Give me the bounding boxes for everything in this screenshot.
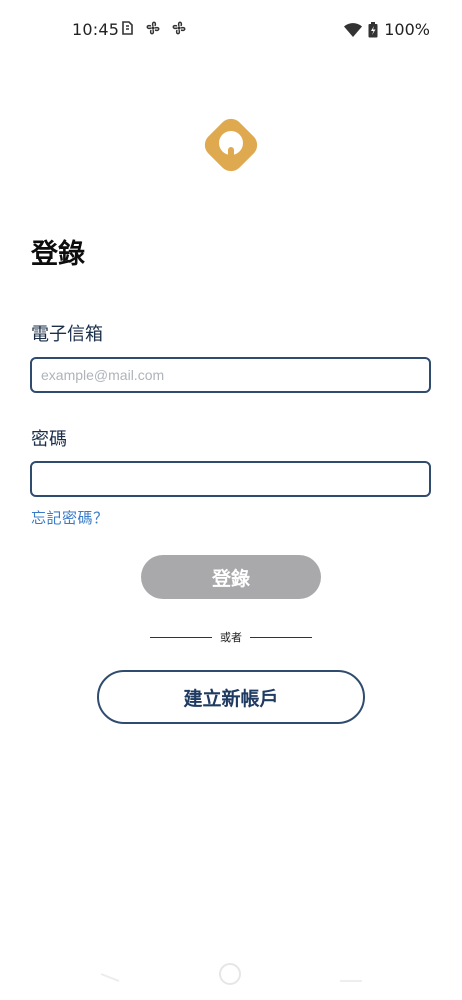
recents-icon[interactable]	[340, 980, 362, 982]
status-bar: 10:45 100%	[0, 0, 462, 60]
divider-line-right	[250, 636, 312, 638]
app-logo-icon	[204, 118, 258, 172]
password-field[interactable]	[30, 461, 431, 497]
wifi-icon	[344, 22, 363, 37]
forgot-password-link[interactable]: 忘記密碼？	[31, 507, 109, 528]
page-title: 登錄	[31, 239, 85, 270]
battery-charging-icon	[368, 21, 378, 37]
sim-icon	[122, 21, 133, 35]
notification-icons	[119, 20, 187, 36]
email-label: 電子信箱	[31, 324, 103, 345]
navigation-bar	[0, 960, 462, 1000]
or-divider: 或者	[150, 627, 312, 647]
back-icon[interactable]	[100, 972, 120, 982]
password-label: 密碼	[31, 429, 67, 450]
login-button[interactable]: 登錄	[141, 555, 321, 599]
home-icon[interactable]	[219, 963, 241, 985]
status-time: 10:45	[72, 20, 120, 39]
divider-line-left	[150, 636, 212, 638]
divider-text: 或者	[220, 631, 242, 644]
email-field[interactable]	[30, 357, 431, 393]
fan-icon	[172, 21, 186, 35]
system-status: 100%	[344, 20, 430, 39]
create-account-button[interactable]: 建立新帳戶	[97, 670, 365, 724]
battery-percent: 100%	[384, 20, 430, 39]
fan-icon	[146, 21, 160, 35]
